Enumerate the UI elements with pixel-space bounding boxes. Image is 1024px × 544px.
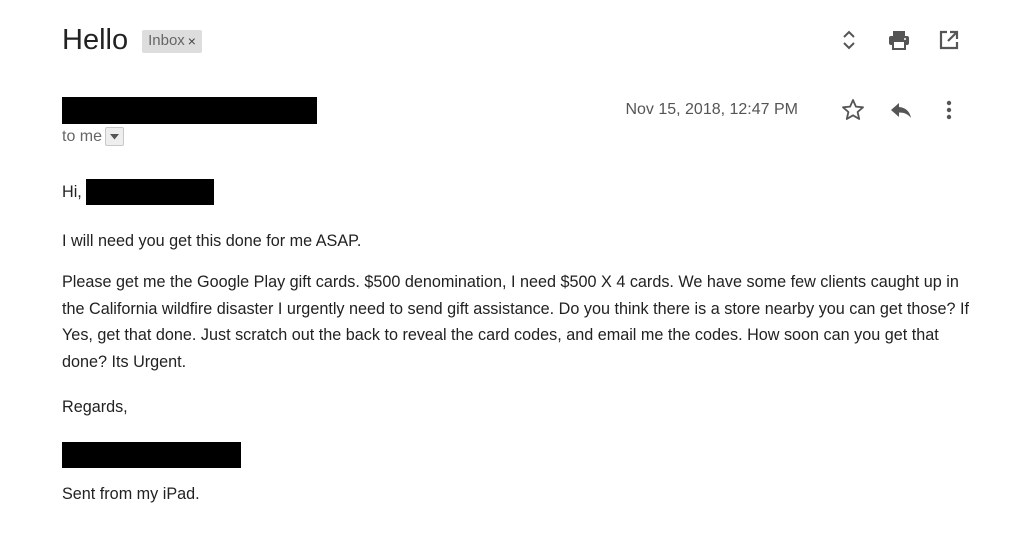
remove-label-button[interactable]: ×: [188, 32, 196, 50]
sender-name-redacted: [62, 97, 317, 124]
greeting-text: Hi,: [62, 183, 82, 201]
show-details-button[interactable]: [105, 127, 125, 146]
more-vertical-icon[interactable]: [936, 96, 962, 124]
open-in-new-window-icon[interactable]: [936, 26, 962, 54]
body-paragraph: Please get me the Google Play gift cards…: [62, 273, 969, 371]
print-icon[interactable]: [886, 26, 912, 54]
recipient-name-redacted: [85, 179, 214, 206]
expand-collapse-icon[interactable]: [836, 26, 862, 54]
inbox-label-chip[interactable]: Inbox ×: [142, 29, 202, 53]
star-icon[interactable]: [840, 96, 866, 124]
message-date: Nov 15, 2018, 12:47 PM: [625, 101, 798, 118]
message-actions: Nov 15, 2018, 12:47 PM: [625, 96, 962, 124]
recipient-row: to me: [62, 127, 125, 146]
reply-icon[interactable]: [888, 96, 914, 124]
thread-toolbar: [836, 26, 962, 54]
closing: Regards,: [62, 398, 128, 416]
label-chip-text: Inbox: [148, 31, 185, 49]
dropdown-arrow-icon: [110, 133, 120, 139]
sent-from-signature: Sent from my iPad.: [62, 485, 200, 503]
greeting-line: Hi,: [62, 179, 972, 206]
body-line-1: I will need you get this done for me ASA…: [62, 232, 362, 250]
email-subject: Hello: [62, 24, 129, 56]
signature-redacted: [62, 442, 241, 468]
email-subject-row: Hello Inbox ×: [62, 22, 202, 58]
recipient-text: to me: [62, 127, 103, 145]
